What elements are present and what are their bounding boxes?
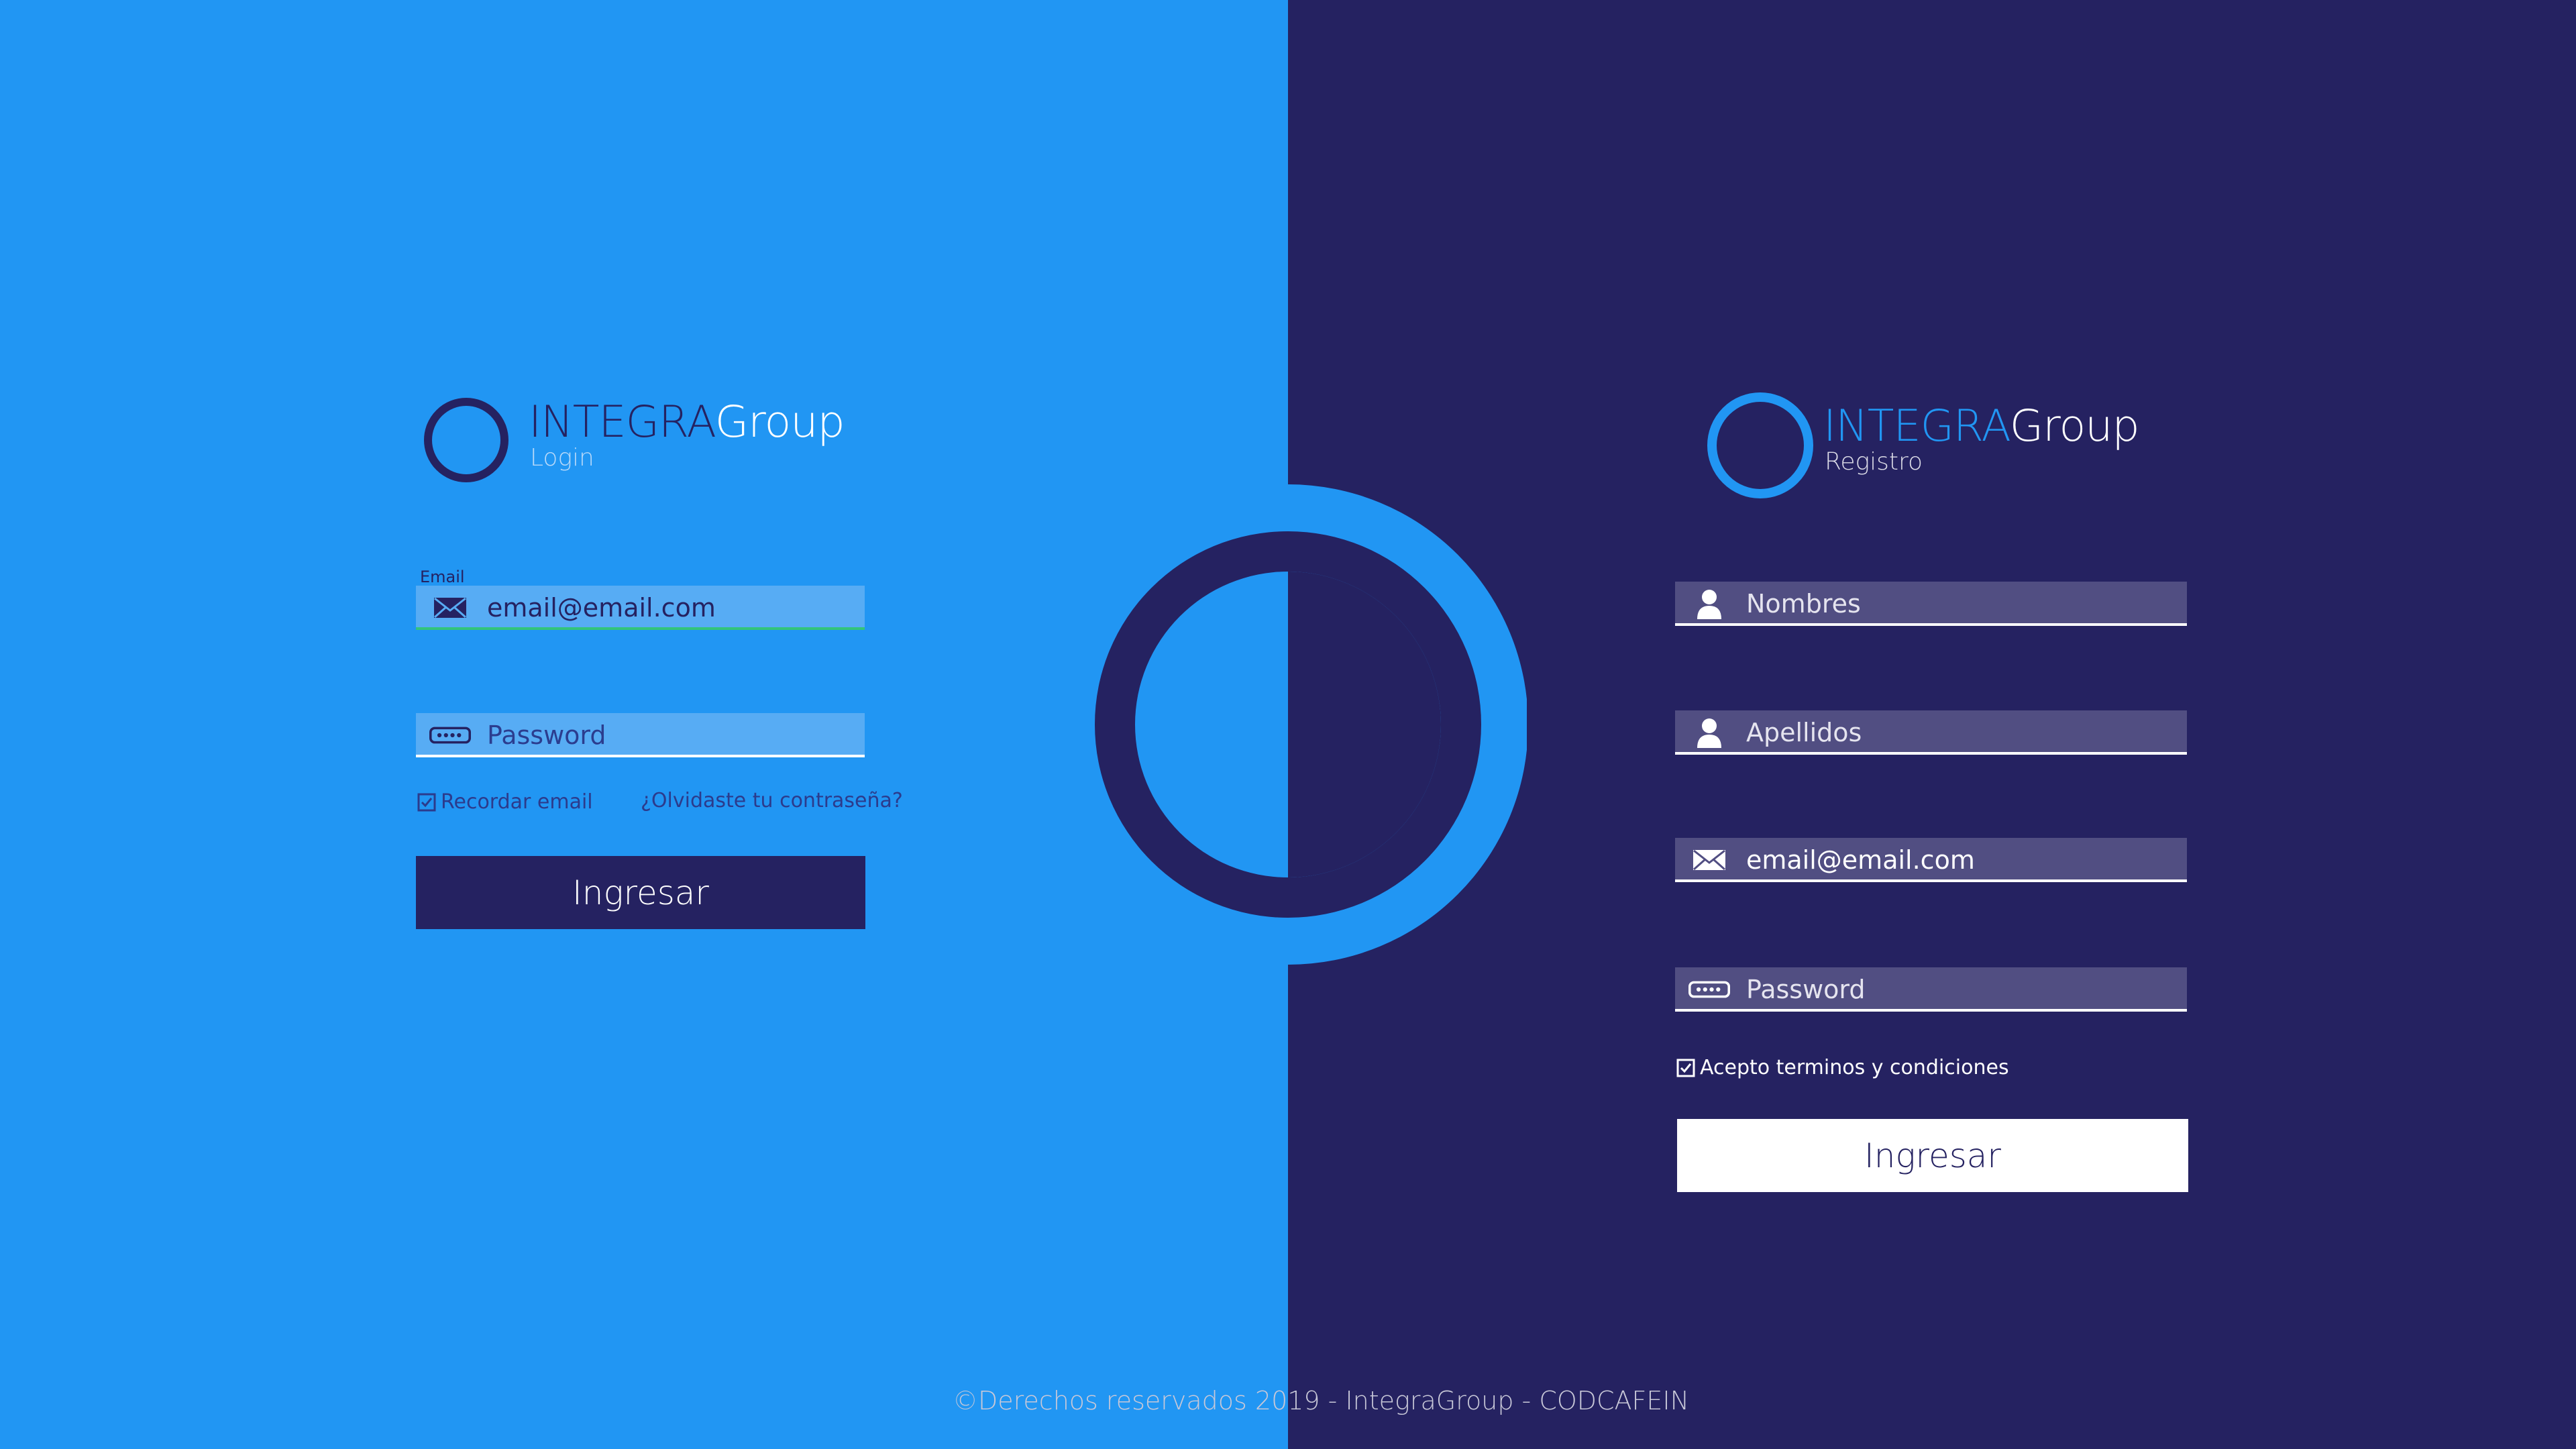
footer-copyright: ©Derechos reservados 2019 - IntegraGroup… bbox=[953, 1386, 1690, 1415]
terms-label: Acepto terminos y condiciones bbox=[1700, 1056, 2009, 1079]
register-surnames-placeholder: Apellidos bbox=[1746, 718, 1862, 747]
remember-email-checkbox[interactable]: Recordar email bbox=[417, 790, 593, 814]
terms-checkbox[interactable]: Acepto terminos y condiciones bbox=[1676, 1056, 2009, 1079]
register-email-value: email@email.com bbox=[1746, 845, 1975, 875]
login-email-field[interactable]: email@email.com bbox=[416, 586, 865, 630]
register-submit-button[interactable]: Ingresar bbox=[1677, 1119, 2188, 1192]
checkbox-checked-icon bbox=[1676, 1058, 1696, 1078]
login-subtitle: Login bbox=[530, 444, 594, 472]
center-logo-icon bbox=[1095, 484, 1527, 965]
login-password-field[interactable]: Password bbox=[416, 713, 865, 757]
email-label: Email bbox=[420, 568, 465, 586]
register-brand: INTEGRAGroup Registro bbox=[1707, 392, 2140, 500]
brand-ring-icon bbox=[424, 398, 508, 482]
register-password-field[interactable]: Password bbox=[1675, 967, 2187, 1012]
login-brand: INTEGRAGroup Login bbox=[424, 392, 845, 486]
login-password-placeholder: Password bbox=[487, 720, 606, 750]
forgot-password-link[interactable]: ¿Olvidaste tu contraseña? bbox=[641, 789, 903, 812]
remember-email-label: Recordar email bbox=[441, 790, 593, 814]
checkbox-checked-icon bbox=[417, 792, 437, 812]
user-icon bbox=[1688, 710, 1730, 755]
register-password-placeholder: Password bbox=[1746, 975, 1866, 1004]
login-email-value: email@email.com bbox=[487, 593, 716, 623]
register-email-field[interactable]: email@email.com bbox=[1675, 838, 2187, 882]
brand-ring-icon bbox=[1707, 392, 1813, 498]
login-submit-button[interactable]: Ingresar bbox=[416, 856, 865, 929]
register-names-field[interactable]: Nombres bbox=[1675, 582, 2187, 626]
register-names-placeholder: Nombres bbox=[1746, 589, 1861, 619]
register-subtitle: Registro bbox=[1825, 448, 1923, 476]
password-dots-icon bbox=[429, 713, 471, 757]
register-surnames-field[interactable]: Apellidos bbox=[1675, 710, 2187, 755]
user-icon bbox=[1688, 582, 1730, 626]
password-dots-icon bbox=[1688, 967, 1730, 1012]
brand-title: INTEGRAGroup bbox=[1823, 401, 2140, 451]
brand-title: INTEGRAGroup bbox=[529, 397, 845, 447]
envelope-icon bbox=[429, 586, 471, 630]
envelope-icon bbox=[1688, 838, 1730, 882]
